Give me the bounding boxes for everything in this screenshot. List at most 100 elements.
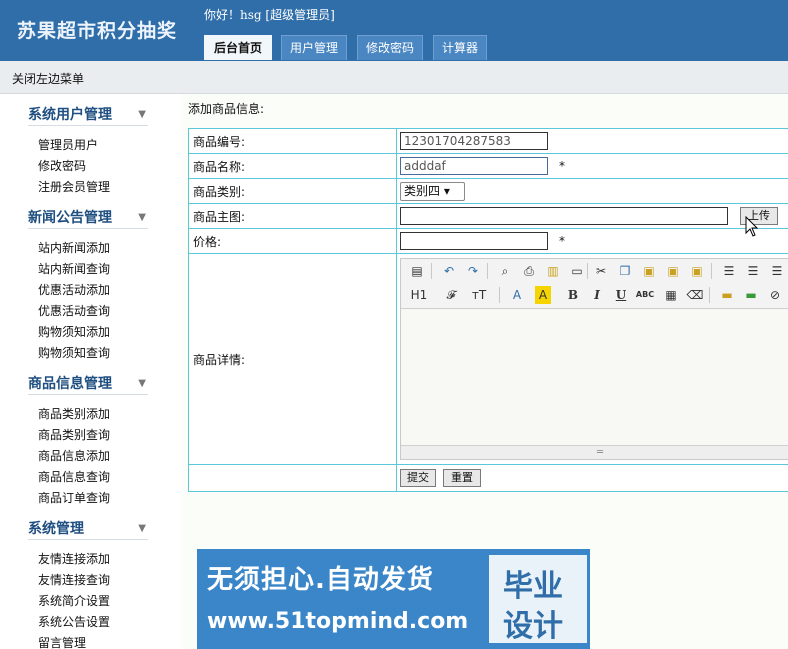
chevron-down-icon: ▼ <box>138 109 146 120</box>
goods-code-input[interactable]: 12301704287583 <box>400 132 548 150</box>
paste-icon[interactable]: ▣ <box>639 262 659 280</box>
undo-icon[interactable]: ↶ <box>439 262 459 280</box>
source-icon[interactable]: ▤ <box>407 262 427 280</box>
bold-icon[interactable]: B <box>563 286 583 304</box>
align-left-icon[interactable]: ☰ <box>719 262 739 280</box>
insert-image-icon[interactable]: ▬ <box>717 286 737 304</box>
form-row-image: 商品主图: 上传 <box>189 204 788 229</box>
heading-dropdown[interactable]: H1 <box>407 286 431 304</box>
editor-content-area[interactable] <box>401 310 788 446</box>
menu-head-system[interactable]: 系统管理 ▼ <box>28 518 148 540</box>
sidebar-item-notice-settings[interactable]: 系统公告设置 <box>38 613 110 630</box>
sidebar-item-messages[interactable]: 留言管理 <box>38 634 86 649</box>
form-row-code: 商品编号: 12301704287583 <box>189 129 788 154</box>
italic-icon[interactable]: I <box>587 286 607 304</box>
chevron-down-icon: ▼ <box>138 378 146 389</box>
sidebar-item-category-add[interactable]: 商品类别添加 <box>38 405 110 422</box>
highlight-color-icon[interactable]: A <box>535 286 551 304</box>
sub-toolbar: 关闭左边菜单 <box>0 61 788 94</box>
field-label: 价格: <box>189 229 397 253</box>
watermark-url: www.51topmind.com <box>207 609 469 634</box>
font-color-icon[interactable]: A <box>507 286 527 304</box>
align-center-icon[interactable]: ☰ <box>743 262 763 280</box>
sidebar-item-news-add[interactable]: 站内新闻添加 <box>38 239 110 256</box>
paste-word-icon[interactable]: ▣ <box>687 262 707 280</box>
form-row-detail: 商品详情: ▤ ↶ ↷ ⌕ ⎙ ▥ ▭ ✂ ❐ ▣ ▣ ▣ ☰ ☰ ☰ H1 𝓕… <box>189 254 788 465</box>
form-row-actions: 提交 重置 <box>189 465 788 491</box>
sidebar-item-category-query[interactable]: 商品类别查询 <box>38 426 110 443</box>
field-label: 商品名称: <box>189 154 397 178</box>
goods-image-input[interactable] <box>400 207 728 225</box>
required-mark: * <box>559 234 565 248</box>
menu-head-system-users[interactable]: 系统用户管理 ▼ <box>28 104 148 126</box>
sidebar-item-intro-settings[interactable]: 系统简介设置 <box>38 592 110 609</box>
menu-head-goods[interactable]: 商品信息管理 ▼ <box>28 373 148 395</box>
tab-home[interactable]: 后台首页 <box>204 35 272 60</box>
cut-icon[interactable]: ✂ <box>591 262 611 280</box>
sidebar-item-goods-add[interactable]: 商品信息添加 <box>38 447 110 464</box>
form-row-price: 价格: * <box>189 229 788 254</box>
sidebar-item-link-add[interactable]: 友情连接添加 <box>38 550 110 567</box>
menu-head-label: 系统用户管理 <box>28 107 112 123</box>
insert-link-icon[interactable]: ⊘ <box>765 286 785 304</box>
toolbar-separator <box>709 287 710 303</box>
menu-head-label: 新闻公告管理 <box>28 210 112 226</box>
sidebar: 系统用户管理 ▼ 管理员用户 修改密码 注册会员管理 新闻公告管理 ▼ 站内新闻… <box>0 94 182 649</box>
toolbar-separator <box>499 287 500 303</box>
chevron-down-icon: ▼ <box>138 523 146 534</box>
sidebar-item-admin-users[interactable]: 管理员用户 <box>38 136 98 153</box>
align-right-icon[interactable]: ☰ <box>767 262 787 280</box>
sidebar-item-promo-add[interactable]: 优惠活动添加 <box>38 281 110 298</box>
sidebar-item-change-password[interactable]: 修改密码 <box>38 157 86 174</box>
sidebar-item-guide-query[interactable]: 购物须知查询 <box>38 344 110 361</box>
sidebar-item-promo-query[interactable]: 优惠活动查询 <box>38 302 110 319</box>
goods-category-select[interactable]: 类别四 ▾ <box>400 182 465 201</box>
redo-icon[interactable]: ↷ <box>463 262 483 280</box>
sidebar-item-order-query[interactable]: 商品订单查询 <box>38 489 110 506</box>
sidebar-item-members[interactable]: 注册会员管理 <box>38 178 110 195</box>
underline-icon[interactable]: U <box>611 286 631 304</box>
field-label: 商品编号: <box>189 129 397 153</box>
tab-calculator[interactable]: 计算器 <box>433 35 487 60</box>
goods-name-input[interactable]: adddaf <box>400 157 548 175</box>
user-greeting: 你好！hsg [超级管理员] <box>204 8 335 22</box>
preview-icon[interactable]: ⌕ <box>495 262 515 280</box>
required-mark: * <box>559 159 565 173</box>
paste-text-icon[interactable]: ▣ <box>663 262 683 280</box>
goods-price-input[interactable] <box>400 232 548 250</box>
table-icon[interactable]: ▦ <box>661 286 681 304</box>
mouse-cursor-icon <box>745 216 759 237</box>
watermark-slogan: 无须担心.自动发货 <box>207 565 434 595</box>
reset-button[interactable]: 重置 <box>443 469 481 487</box>
toolbar-separator <box>431 263 432 279</box>
menu-head-news[interactable]: 新闻公告管理 ▼ <box>28 207 148 229</box>
form-row-category: 商品类别: 类别四 ▾ <box>189 179 788 204</box>
template-icon[interactable]: ▥ <box>543 262 563 280</box>
font-size-dropdown[interactable]: тT <box>469 286 489 304</box>
toggle-left-menu-link[interactable]: 关闭左边菜单 <box>12 70 84 87</box>
watermark-badge: 毕业 设计 <box>489 555 587 644</box>
sidebar-item-guide-add[interactable]: 购物须知添加 <box>38 323 110 340</box>
empty-label <box>189 465 397 491</box>
sidebar-item-news-query[interactable]: 站内新闻查询 <box>38 260 110 277</box>
form-heading: 添加商品信息: <box>188 102 265 116</box>
strikethrough-icon[interactable]: ABC <box>635 286 655 304</box>
rich-text-editor[interactable]: ▤ ↶ ↷ ⌕ ⎙ ▥ ▭ ✂ ❐ ▣ ▣ ▣ ☰ ☰ ☰ H1 𝓕 тT A … <box>400 258 788 460</box>
watermark-banner: 无须担心.自动发货 www.51topmind.com 毕业 设计 <box>197 549 590 649</box>
code-icon[interactable]: ▭ <box>567 262 587 280</box>
copy-icon[interactable]: ❐ <box>615 262 635 280</box>
watermark-badge-line2: 设计 <box>503 609 563 644</box>
sidebar-item-goods-query[interactable]: 商品信息查询 <box>38 468 110 485</box>
submit-button[interactable]: 提交 <box>400 469 436 487</box>
eraser-icon[interactable]: ⌫ <box>685 286 705 304</box>
insert-flash-icon[interactable]: ▬ <box>741 286 761 304</box>
sidebar-item-link-query[interactable]: 友情连接查询 <box>38 571 110 588</box>
toolbar-separator <box>487 263 488 279</box>
print-icon[interactable]: ⎙ <box>519 262 539 280</box>
tab-user-management[interactable]: 用户管理 <box>281 35 347 60</box>
field-label: 商品详情: <box>189 254 397 464</box>
top-header: 苏果超市积分抽奖 你好！hsg [超级管理员] 后台首页 用户管理 修改密码 计… <box>0 0 788 61</box>
editor-resize-handle[interactable]: ═ <box>401 445 788 459</box>
font-family-dropdown[interactable]: 𝓕 <box>441 286 461 304</box>
tab-change-password[interactable]: 修改密码 <box>357 35 423 60</box>
